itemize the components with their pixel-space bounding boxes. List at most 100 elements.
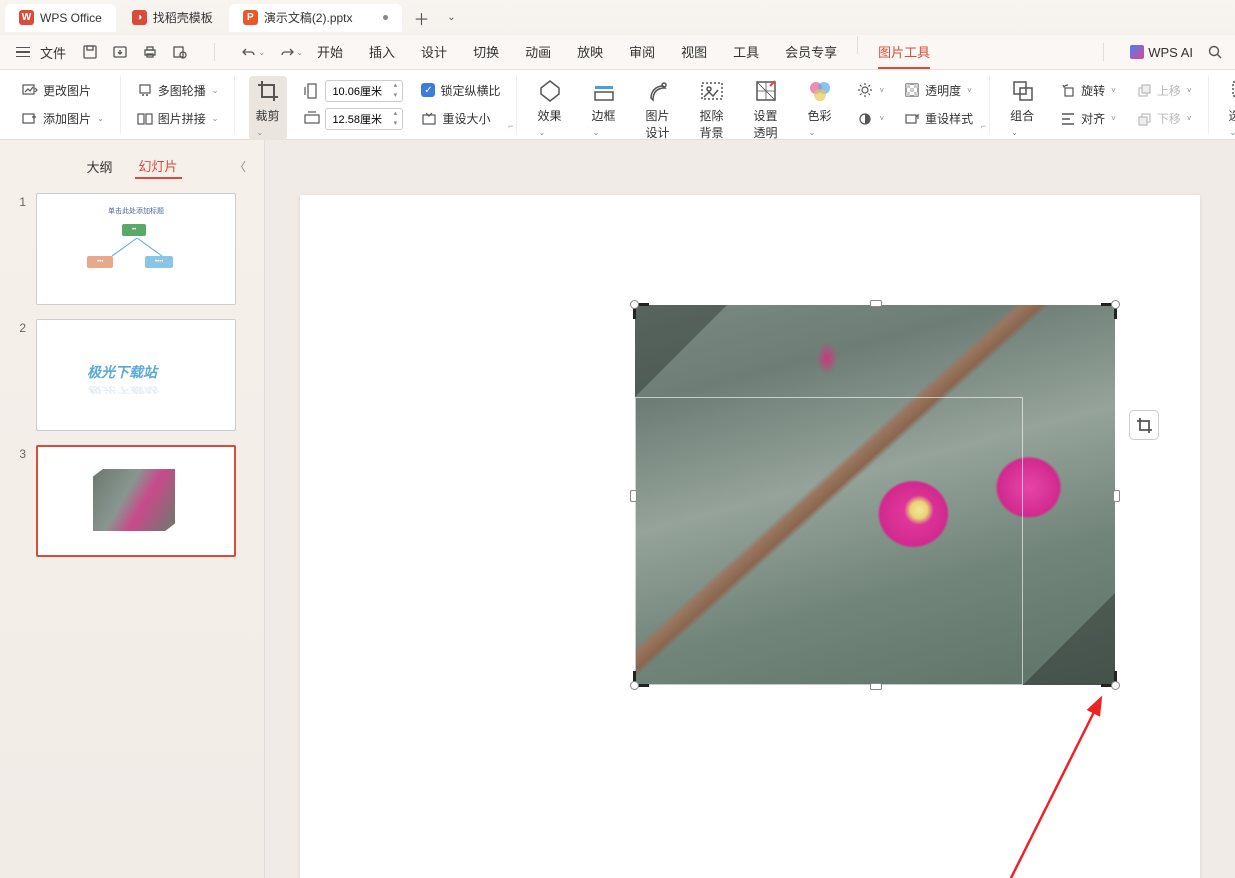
save-icon[interactable] [82, 44, 98, 60]
add-picture-button[interactable]: 添加图片⌄ [20, 107, 106, 130]
slide-number: 2 [14, 319, 26, 335]
file-menu[interactable]: 文件 [40, 43, 66, 62]
effect-button[interactable]: 效果⌄ [531, 76, 569, 140]
tab-insert[interactable]: 插入 [369, 36, 395, 69]
tab-start[interactable]: 开始 [317, 36, 343, 69]
border-button[interactable]: 边框⌄ [585, 76, 623, 140]
move-down-button: 下移˅ [1134, 107, 1194, 130]
rotate-icon [1060, 82, 1076, 98]
spin-up[interactable]: ▴ [388, 81, 402, 91]
resize-handle-t[interactable] [870, 300, 882, 307]
tab-transition[interactable]: 切换 [473, 36, 499, 69]
outline-tab[interactable]: 大纲 [82, 155, 116, 178]
tab-member[interactable]: 会员专享 [785, 36, 837, 69]
new-tab-button[interactable]: ＋ [410, 6, 434, 30]
slide-thumb-2[interactable]: 极光下载站 极光下载站 [36, 319, 236, 431]
color-button[interactable]: 色彩⌄ [801, 76, 839, 140]
group-button[interactable]: 组合⌄ [1004, 76, 1042, 140]
group-icon [1010, 78, 1036, 104]
remove-bg-icon [699, 78, 725, 104]
design-icon [645, 78, 671, 104]
spin-down[interactable]: ▾ [388, 91, 402, 101]
resize-handle-b[interactable] [870, 683, 882, 690]
redo-icon[interactable]: ⌄ [279, 44, 295, 60]
tab-picture-tools[interactable]: 图片工具 [878, 36, 930, 69]
select-button[interactable]: 选择⌄ [1223, 76, 1235, 140]
picture-design-button[interactable]: 图片设计 [639, 76, 677, 143]
slide[interactable] [300, 195, 1200, 878]
transparency-icon [904, 82, 920, 98]
tab-review[interactable]: 审阅 [629, 36, 655, 69]
tab-design[interactable]: 设计 [421, 36, 447, 69]
change-picture-icon [22, 82, 38, 98]
crop-icon [255, 78, 281, 104]
contrast-icon [857, 111, 873, 127]
tab-animation[interactable]: 动画 [525, 36, 551, 69]
crop-region[interactable] [635, 397, 1023, 685]
search-icon[interactable] [1207, 44, 1223, 60]
document-tab[interactable]: P 演示文稿(2).pptx [229, 4, 402, 32]
change-picture-button[interactable]: 更改图片 [20, 79, 106, 102]
print-icon[interactable] [142, 44, 158, 60]
effect-icon [537, 78, 563, 104]
wps-icon: W [19, 10, 34, 25]
slides-tab[interactable]: 幻灯片 [135, 154, 182, 179]
slide-thumb-3[interactable] [36, 445, 236, 557]
ai-icon [1130, 45, 1144, 59]
template-tab[interactable]: ◑ 找稻壳模板 [118, 4, 227, 32]
lock-ratio-checkbox[interactable]: ✓锁定纵横比 [419, 79, 502, 102]
ppt-icon: P [243, 10, 258, 25]
align-button[interactable]: 对齐˅ [1058, 107, 1118, 130]
up-icon [1136, 82, 1152, 98]
workspace: 大纲 幻灯片 〈 1 单击此处添加标题 •• ••• •••• 2 [0, 140, 1235, 878]
spin-up[interactable]: ▴ [388, 109, 402, 119]
crop-button[interactable]: 裁剪⌄ [249, 76, 287, 140]
reset-style-button[interactable]: 重设样式 [902, 107, 975, 130]
unsaved-dot-icon [383, 15, 388, 20]
rotate-button[interactable]: 旋转˅ [1058, 79, 1118, 102]
join-icon [137, 111, 153, 127]
resize-handle-r[interactable] [1113, 490, 1120, 502]
flower-image[interactable] [635, 305, 1115, 685]
collapse-icon[interactable]: 〈 [234, 158, 246, 175]
annotation-arrow [1000, 690, 1120, 878]
resize-handle-br[interactable] [1111, 681, 1120, 690]
print-preview-icon[interactable] [172, 44, 188, 60]
tab-slideshow[interactable]: 放映 [577, 36, 603, 69]
new-tab-dropdown[interactable]: ⌄ [440, 6, 464, 30]
tab-view[interactable]: 视图 [681, 36, 707, 69]
contrast-button[interactable]: ˅ [855, 108, 886, 130]
wps-ai-button[interactable]: WPS AI [1130, 45, 1193, 60]
picture-join-button[interactable]: 图片拼接⌄ [135, 107, 221, 130]
home-tab-label: WPS Office [40, 11, 102, 25]
floating-crop-button[interactable] [1129, 410, 1159, 440]
tab-tools[interactable]: 工具 [733, 36, 759, 69]
slide-thumb-1[interactable]: 单击此处添加标题 •• ••• •••• [36, 193, 236, 305]
brightness-button[interactable]: ˅ [855, 79, 886, 101]
undo-icon[interactable]: ⌄ [241, 44, 257, 60]
docer-icon: ◑ [132, 10, 147, 25]
resize-handle-tr[interactable] [1111, 300, 1120, 309]
border-icon [591, 78, 617, 104]
ribbon: 更改图片 添加图片⌄ 多图轮播⌄ 图片拼接⌄ 裁剪⌄ ▴▾ ▴▾ ✓锁定纵横比 … [0, 70, 1235, 140]
home-tab[interactable]: W WPS Office [5, 4, 116, 32]
multi-outline-button[interactable]: 多图轮播⌄ [135, 79, 221, 102]
transparency-button[interactable]: 透明度˅ [902, 79, 975, 102]
selected-image[interactable] [635, 305, 1115, 685]
carousel-icon [137, 82, 153, 98]
reset-size-button[interactable]: 重设大小 [419, 107, 502, 130]
spin-down[interactable]: ▾ [388, 119, 402, 129]
resize-handle-bl[interactable] [630, 681, 639, 690]
menu-icon[interactable] [12, 43, 34, 62]
add-picture-icon [22, 111, 38, 127]
width-icon [303, 110, 321, 128]
export-icon[interactable] [112, 44, 128, 60]
resize-handle-tl[interactable] [630, 300, 639, 309]
group-expand-icon[interactable]: ⌐ [981, 121, 986, 131]
canvas[interactable] [265, 140, 1235, 878]
group-expand-icon[interactable]: ⌐ [508, 121, 513, 131]
resize-handle-l[interactable] [630, 490, 637, 502]
down-icon [1136, 111, 1152, 127]
move-up-button: 上移˅ [1134, 79, 1194, 102]
color-icon [807, 78, 833, 104]
